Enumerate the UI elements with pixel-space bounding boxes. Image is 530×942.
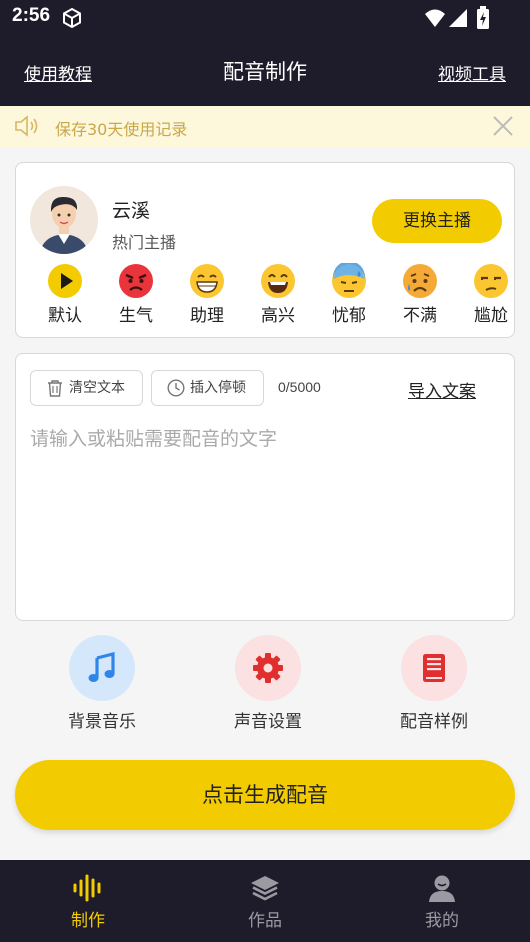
emotion-label: 生气 bbox=[119, 306, 153, 326]
app-header: 使用教程 配音制作 视频工具 bbox=[0, 36, 530, 106]
emotion-label: 默认 bbox=[48, 306, 82, 326]
emotion-melancholy[interactable]: 忧郁 bbox=[314, 263, 384, 326]
grin-face-icon bbox=[190, 264, 224, 298]
tab-make[interactable]: 制作 bbox=[38, 874, 138, 931]
tab-make-label: 制作 bbox=[71, 911, 105, 931]
emotion-assistant[interactable]: 助理 bbox=[172, 263, 242, 326]
emotion-list: 默认 生气 助理 高兴 忧郁 不满 尴尬 bbox=[16, 263, 514, 333]
emotion-label: 高兴 bbox=[261, 306, 295, 326]
emotion-label: 忧郁 bbox=[332, 306, 366, 326]
dubbing-text-input[interactable]: 请输入或粘贴需要配音的文字 bbox=[30, 424, 500, 609]
anchor-name: 云溪 bbox=[112, 200, 151, 222]
generate-dubbing-button[interactable]: 点击生成配音 bbox=[15, 760, 515, 830]
clear-text-label: 清空文本 bbox=[69, 380, 125, 396]
anchor-card: 云溪 热门主播 更换主播 默认 生气 助理 高兴 忧郁 不满 尴尬 bbox=[15, 162, 515, 338]
status-bar: 2:56 bbox=[0, 0, 530, 36]
unamused-face-icon bbox=[474, 264, 508, 298]
anchor-subtitle: 热门主播 bbox=[112, 233, 177, 252]
emotion-label: 不满 bbox=[403, 306, 437, 326]
play-icon bbox=[48, 264, 82, 298]
trash-icon bbox=[48, 380, 62, 397]
layers-icon bbox=[251, 876, 279, 901]
emotion-awkward[interactable]: 尴尬 bbox=[456, 263, 514, 326]
happy-face-icon bbox=[261, 264, 295, 298]
emotion-default[interactable]: 默认 bbox=[30, 263, 100, 326]
speaker-icon bbox=[15, 115, 38, 137]
signal-icon bbox=[449, 9, 467, 27]
close-icon[interactable] bbox=[492, 115, 514, 137]
voice-settings-circle bbox=[235, 635, 301, 701]
dubbing-samples-circle bbox=[401, 635, 467, 701]
tab-works[interactable]: 作品 bbox=[215, 874, 315, 931]
notice-bar: 保存30天使用记录 bbox=[0, 106, 530, 147]
dubbing-samples-label: 配音样例 bbox=[400, 712, 468, 732]
anchor-avatar-icon bbox=[30, 186, 98, 254]
tab-mine[interactable]: 我的 bbox=[392, 874, 492, 931]
battery-charging-icon bbox=[477, 6, 489, 29]
dubbing-samples-button[interactable]: 配音样例 bbox=[374, 635, 494, 732]
insert-pause-label: 插入停顿 bbox=[190, 380, 246, 396]
bottom-tab-bar: 制作 作品 我的 bbox=[0, 860, 530, 942]
voice-settings-label: 声音设置 bbox=[234, 712, 302, 732]
notice-text: 保存30天使用记录 bbox=[55, 120, 188, 139]
import-text-link[interactable]: 导入文案 bbox=[408, 377, 476, 402]
char-counter: 0/5000 bbox=[278, 379, 321, 395]
angry-face-icon bbox=[119, 264, 153, 298]
waveform-icon bbox=[73, 874, 101, 902]
background-music-label: 背景音乐 bbox=[68, 712, 136, 732]
background-music-circle bbox=[69, 635, 135, 701]
user-icon bbox=[429, 875, 455, 902]
tab-works-label: 作品 bbox=[248, 911, 282, 931]
emotion-angry[interactable]: 生气 bbox=[101, 263, 171, 326]
sad-face-icon bbox=[403, 264, 437, 298]
status-time: 2:56 bbox=[12, 5, 51, 26]
insert-pause-button[interactable]: 插入停顿 bbox=[151, 370, 264, 406]
emotion-happy[interactable]: 高兴 bbox=[243, 263, 313, 326]
tab-mine-label: 我的 bbox=[425, 911, 459, 931]
clock-icon bbox=[167, 379, 185, 397]
avatar[interactable] bbox=[30, 186, 98, 254]
emotion-dissatisfied[interactable]: 不满 bbox=[385, 263, 455, 326]
voice-settings-button[interactable]: 声音设置 bbox=[208, 635, 328, 732]
emotion-label: 尴尬 bbox=[474, 306, 508, 326]
cube-icon bbox=[63, 7, 81, 29]
music-note-icon bbox=[88, 652, 115, 682]
emotion-label: 助理 bbox=[190, 306, 224, 326]
background-music-button[interactable]: 背景音乐 bbox=[42, 635, 162, 732]
video-tools-link[interactable]: 视频工具 bbox=[438, 60, 506, 85]
change-anchor-button[interactable]: 更换主播 bbox=[372, 199, 502, 243]
wifi-icon bbox=[425, 9, 445, 27]
gear-icon bbox=[253, 653, 283, 683]
sweat-face-icon bbox=[332, 263, 366, 298]
clear-text-button[interactable]: 清空文本 bbox=[30, 370, 143, 406]
book-icon bbox=[423, 654, 445, 682]
text-editor-card: 清空文本 插入停顿 0/5000 导入文案 请输入或粘贴需要配音的文字 bbox=[15, 353, 515, 621]
